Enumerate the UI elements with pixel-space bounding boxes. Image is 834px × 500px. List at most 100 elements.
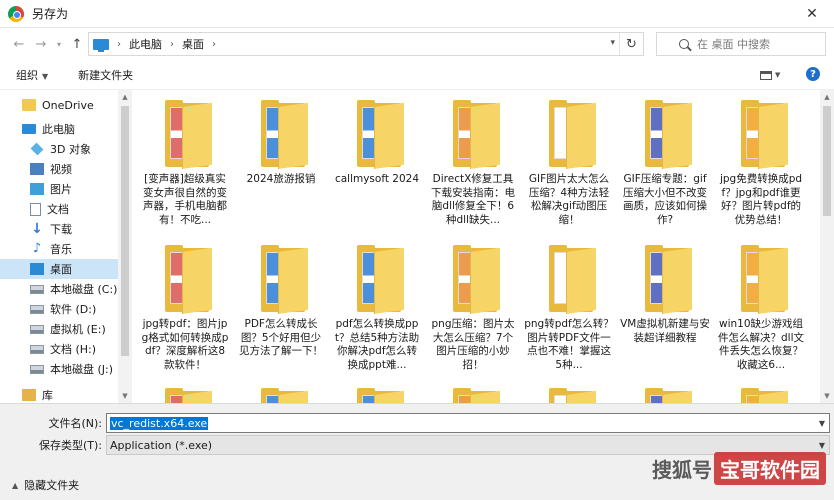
sidebar-item-videos[interactable]: 视频 [0,159,118,179]
sidebar-item-desktop[interactable]: 桌面 [0,259,118,279]
chrome-icon [8,5,24,22]
filetype-value: Application (*.exe) [110,438,213,452]
folder-item[interactable]: VM虚拟机新建与安装超详细教程 [620,240,710,345]
folder-item[interactable]: win10缺少游戏组件怎么解决？dll文件丢失怎么恢复？收藏这6... [716,240,806,372]
search-placeholder: 在 桌面 中搜索 [697,38,770,51]
folder-item[interactable]: jpg免费转换成pdf？jpg和pdf谁更好？图片转pdf的优势总结！ [716,95,806,227]
close-button[interactable]: ✕ [790,0,834,28]
sidebar-scrollbar[interactable]: ▲ ▼ [118,90,132,403]
scrollbar-thumb[interactable] [823,106,831,216]
drive-icon [30,344,44,354]
breadcrumb-desktop[interactable]: 桌面 [182,36,204,52]
folder-item[interactable]: PDF怎么转成长图？5个好用但少见方法了解一下！ [236,240,326,359]
address-row: ← → ▾ ↑ › 此电脑 › 桌面 › ▾ ↻ 在 桌面 中搜索 [0,28,834,60]
folder-icon [620,95,710,171]
scroll-down-icon[interactable]: ▼ [118,389,132,403]
new-folder-button[interactable]: 新建文件夹 [78,67,133,83]
chevron-down-icon[interactable]: ▼ [819,419,825,428]
scroll-up-icon[interactable]: ▲ [118,90,132,104]
folder-icon [428,383,518,403]
folder-item[interactable]: GIF压缩专题：gif压缩大小但不改变画质，应该如何操作? [620,95,710,227]
recent-locations-chevron-icon[interactable]: ▾ [52,32,66,56]
organize-label: 组织 [16,68,38,82]
title-bar: 另存为 ✕ [0,0,834,28]
sidebar-item-this-pc[interactable]: 此电脑 [0,119,118,139]
folder-item[interactable]: pdf怎么转换成ppt？总结5种方法助你解决pdf怎么转换成ppt难... [332,240,422,372]
hide-folders-toggle[interactable]: ▲ 隐藏文件夹 [12,477,79,493]
scrollbar-thumb[interactable] [121,106,129,356]
sidebar-item-drive-j[interactable]: 本地磁盘 (J:) [0,359,118,379]
sidebar-item-label: 文档 (H:) [50,343,97,356]
address-bar[interactable]: › 此电脑 › 桌面 › ▾ ↻ [88,32,644,56]
help-icon[interactable]: ? [806,67,820,81]
folder-item[interactable] [524,383,614,403]
folder-item[interactable]: 2024旅游报销 [236,95,326,187]
sidebar-item-downloads[interactable]: ↓ 下载 [0,219,118,239]
sidebar-item-music[interactable]: ♪ 音乐 [0,239,118,259]
folder-icon [716,95,806,171]
breadcrumb-this-pc[interactable]: 此电脑 [129,36,162,52]
breadcrumb-separator-icon[interactable]: › [212,39,216,50]
folder-item[interactable]: jpg转pdf：图片jpg格式如何转换成pdf？深度解析这8款软件！ [140,240,230,372]
drive-icon [30,364,44,374]
filename-input[interactable]: vc_redist.x64.exe ▼ [106,413,830,433]
filename-value[interactable]: vc_redist.x64.exe [110,416,209,430]
folder-label: GIF压缩专题：gif压缩大小但不改变画质，应该如何操作? [623,173,707,226]
folder-label: jpg免费转换成pdf？jpg和pdf谁更好？图片转pdf的优势总结！ [719,173,803,226]
file-list-scrollbar[interactable]: ▲ ▼ [820,90,834,403]
forward-arrow-icon[interactable]: → [30,32,52,56]
folder-item[interactable]: png转pdf怎么转？图片转PDF文件一点也不难！掌握这5种... [524,240,614,372]
sidebar-item-libraries[interactable]: 库 [0,385,118,403]
pictures-icon [30,183,44,195]
organize-button[interactable]: 组织 ▼ [16,67,48,83]
folder-label: pdf怎么转换成ppt？总结5种方法助你解决pdf怎么转换成ppt难... [334,318,420,371]
up-arrow-icon[interactable]: ↑ [66,32,88,56]
sidebar-item-onedrive[interactable]: OneDrive [0,95,118,115]
sidebar-item-documents[interactable]: 文档 [0,199,118,219]
folder-item[interactable]: GIF图片太大怎么压缩？4种方法轻松解决gif动图压缩！ [524,95,614,227]
change-view-button[interactable]: ▼ [760,68,784,82]
scroll-up-icon[interactable]: ▲ [820,90,834,104]
sidebar-item-label: OneDrive [42,98,94,112]
back-arrow-icon[interactable]: ← [8,32,30,56]
folder-item[interactable] [620,383,710,403]
sidebar-item-drive-e[interactable]: 虚拟机 (E:) [0,319,118,339]
watermark-left: 搜狐号 [652,458,712,482]
chevron-down-icon[interactable]: ▼ [819,441,825,450]
computer-icon [22,124,36,134]
search-input[interactable]: 在 桌面 中搜索 [656,32,826,56]
folder-item[interactable]: callmysoft 2024 [332,95,422,187]
sidebar-item-label: 桌面 [50,263,72,276]
scroll-down-icon[interactable]: ▼ [820,389,834,403]
sidebar-item-label: 图片 [50,183,72,196]
refresh-icon[interactable]: ↻ [619,33,643,55]
folder-label: callmysoft 2024 [334,173,420,185]
sidebar-item-label: 库 [42,389,53,402]
breadcrumb-separator-icon[interactable]: › [117,39,121,50]
view-icon [760,70,772,80]
folder-item[interactable] [428,383,518,403]
address-dropdown-icon[interactable]: ▾ [610,38,615,48]
folder-item[interactable] [332,383,422,403]
folder-item[interactable] [140,383,230,403]
folder-item[interactable]: [变声器]超级真实变女声很自然的变声器，手机电脑都有！不吃... [140,95,230,227]
folder-item[interactable] [236,383,326,403]
folder-label: 2024旅游报销 [246,173,316,185]
folder-item[interactable]: DirectX修复工具下载安装指南：电脑dll修复全下！6种dll缺失... [428,95,518,227]
sidebar-item-drive-d[interactable]: 软件 (D:) [0,299,118,319]
folder-icon [524,240,614,316]
folder-label: DirectX修复工具下载安装指南：电脑dll修复全下！6种dll缺失... [431,173,515,226]
download-icon: ↓ [31,221,43,237]
sidebar-item-pictures[interactable]: 图片 [0,179,118,199]
window-title: 另存为 [32,7,69,21]
sidebar-item-3d-objects[interactable]: 3D 对象 [0,139,118,159]
breadcrumb-separator-icon[interactable]: › [170,39,174,50]
sidebar-item-drive-h[interactable]: 文档 (H:) [0,339,118,359]
folder-icon [236,383,326,403]
folder-label: PDF怎么转成长图？5个好用但少见方法了解一下！ [239,318,323,357]
folder-icon [140,240,230,316]
command-bar: 组织 ▼ 新建文件夹 ▼ ? [0,60,834,90]
folder-item[interactable]: png压缩：图片太大怎么压缩？7个图片压缩的小妙招！ [428,240,518,372]
folder-item[interactable] [716,383,806,403]
sidebar-item-drive-c[interactable]: 本地磁盘 (C:) [0,279,118,299]
